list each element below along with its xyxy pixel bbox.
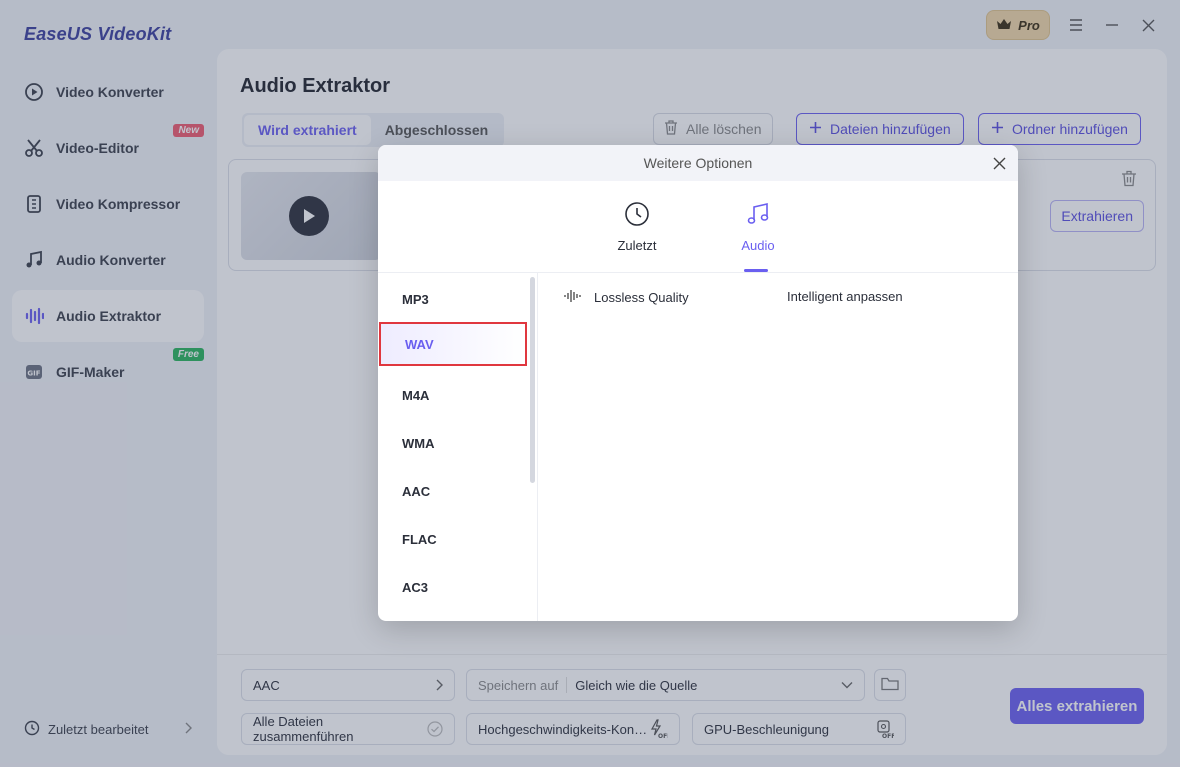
clock-icon [624,201,650,230]
format-item-flac[interactable]: FLAC [378,517,526,561]
tab-recent[interactable]: Zuletzt [597,201,677,253]
format-item-mp3[interactable]: MP3 [378,277,526,321]
quality-option-lossless[interactable]: Lossless Quality [564,289,689,306]
close-icon[interactable] [990,154,1008,172]
active-tab-indicator [744,269,768,272]
tab-audio[interactable]: Audio [718,201,798,253]
format-list-scrollbar[interactable] [530,277,535,483]
audio-waveform-icon [564,289,582,306]
dialog-title: Weitere Optionen [643,155,753,171]
dialog-tabs: Zuletzt Audio [378,181,1018,273]
tab-recent-label: Zuletzt [617,238,657,253]
dialog-header: Weitere Optionen [378,145,1018,181]
quality-label: Lossless Quality [594,290,689,305]
format-item-wma[interactable]: WMA [378,421,526,465]
format-item-wav[interactable]: WAV [379,322,527,366]
more-options-dialog: Weitere Optionen Zuletzt Audio MP3 WAV M… [378,145,1018,621]
format-list: MP3 WAV M4A WMA AAC FLAC AC3 [378,273,538,621]
tab-audio-label: Audio [741,238,775,253]
music-note-icon [745,201,771,230]
format-item-ac3[interactable]: AC3 [378,565,526,609]
quality-adjust-setting[interactable]: Intelligent anpassen [787,289,903,304]
format-item-aac[interactable]: AAC [378,469,526,513]
format-item-m4a[interactable]: M4A [378,373,526,417]
